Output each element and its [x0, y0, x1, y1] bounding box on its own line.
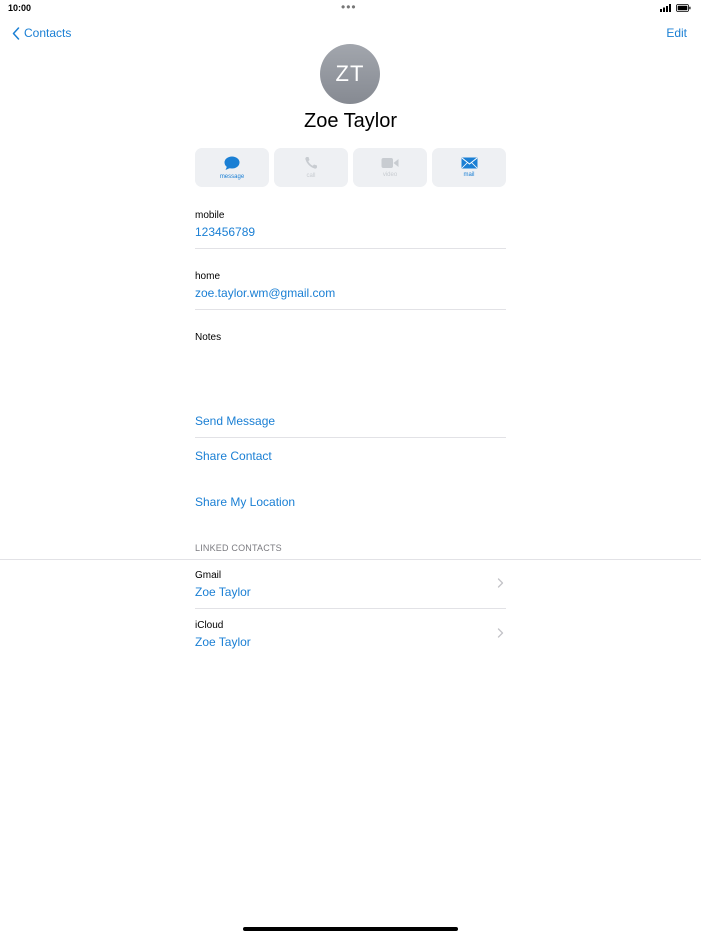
status-icons — [660, 4, 691, 12]
mail-button[interactable]: mail — [432, 148, 506, 187]
contact-name: Zoe Taylor — [303, 110, 397, 132]
notes-label: Notes — [195, 332, 222, 343]
home-indicator[interactable] — [243, 927, 458, 931]
linked-contact-name: Zoe Taylor — [195, 585, 251, 599]
linked-source-label: Gmail — [195, 570, 222, 581]
divider — [195, 248, 506, 249]
call-label: call — [306, 173, 316, 179]
mobile-number-link[interactable]: 123456789 — [195, 225, 255, 239]
linked-source-label: iCloud — [195, 620, 224, 631]
chevron-right-icon — [497, 578, 504, 588]
back-label: Contacts — [24, 26, 72, 40]
linked-contact-icloud-row[interactable]: iCloud Zoe Taylor — [195, 616, 506, 656]
envelope-icon — [461, 157, 477, 169]
status-time: 10:00 — [8, 3, 32, 13]
message-button[interactable]: message — [195, 148, 269, 187]
signal-icon — [660, 4, 671, 12]
video-camera-icon — [381, 158, 399, 168]
linked-contacts-header: LINKED CONTACTS — [195, 543, 282, 553]
notes-field[interactable] — [195, 346, 506, 396]
avatar-initials: ZT — [335, 61, 365, 86]
divider — [195, 608, 506, 609]
share-location-link[interactable]: Share My Location — [195, 495, 295, 509]
battery-icon — [676, 4, 691, 12]
avatar: ZT — [320, 44, 380, 104]
mail-label: mail — [463, 172, 475, 178]
message-label: message — [219, 173, 245, 180]
divider — [195, 309, 506, 310]
video-label: video — [382, 172, 398, 178]
divider — [195, 437, 506, 438]
chevron-right-icon — [497, 628, 504, 638]
edit-button[interactable]: Edit — [666, 26, 687, 40]
chevron-left-icon — [12, 26, 20, 40]
home-email-label: home — [195, 271, 221, 282]
linked-contact-name: Zoe Taylor — [195, 635, 251, 649]
linked-contact-gmail-row[interactable]: Gmail Zoe Taylor — [195, 566, 506, 606]
call-button[interactable]: call — [274, 148, 348, 187]
back-button[interactable]: Contacts — [12, 26, 71, 40]
share-contact-link[interactable]: Share Contact — [195, 449, 272, 463]
send-message-link[interactable]: Send Message — [195, 414, 275, 428]
section-divider — [0, 559, 701, 560]
mobile-label: mobile — [195, 210, 225, 221]
video-button[interactable]: video — [353, 148, 427, 187]
home-email-link[interactable]: zoe.taylor.wm@gmail.com — [195, 286, 335, 300]
phone-icon — [305, 157, 317, 169]
message-bubble-icon — [224, 156, 240, 170]
multitasking-dots[interactable]: ••• — [341, 0, 357, 14]
